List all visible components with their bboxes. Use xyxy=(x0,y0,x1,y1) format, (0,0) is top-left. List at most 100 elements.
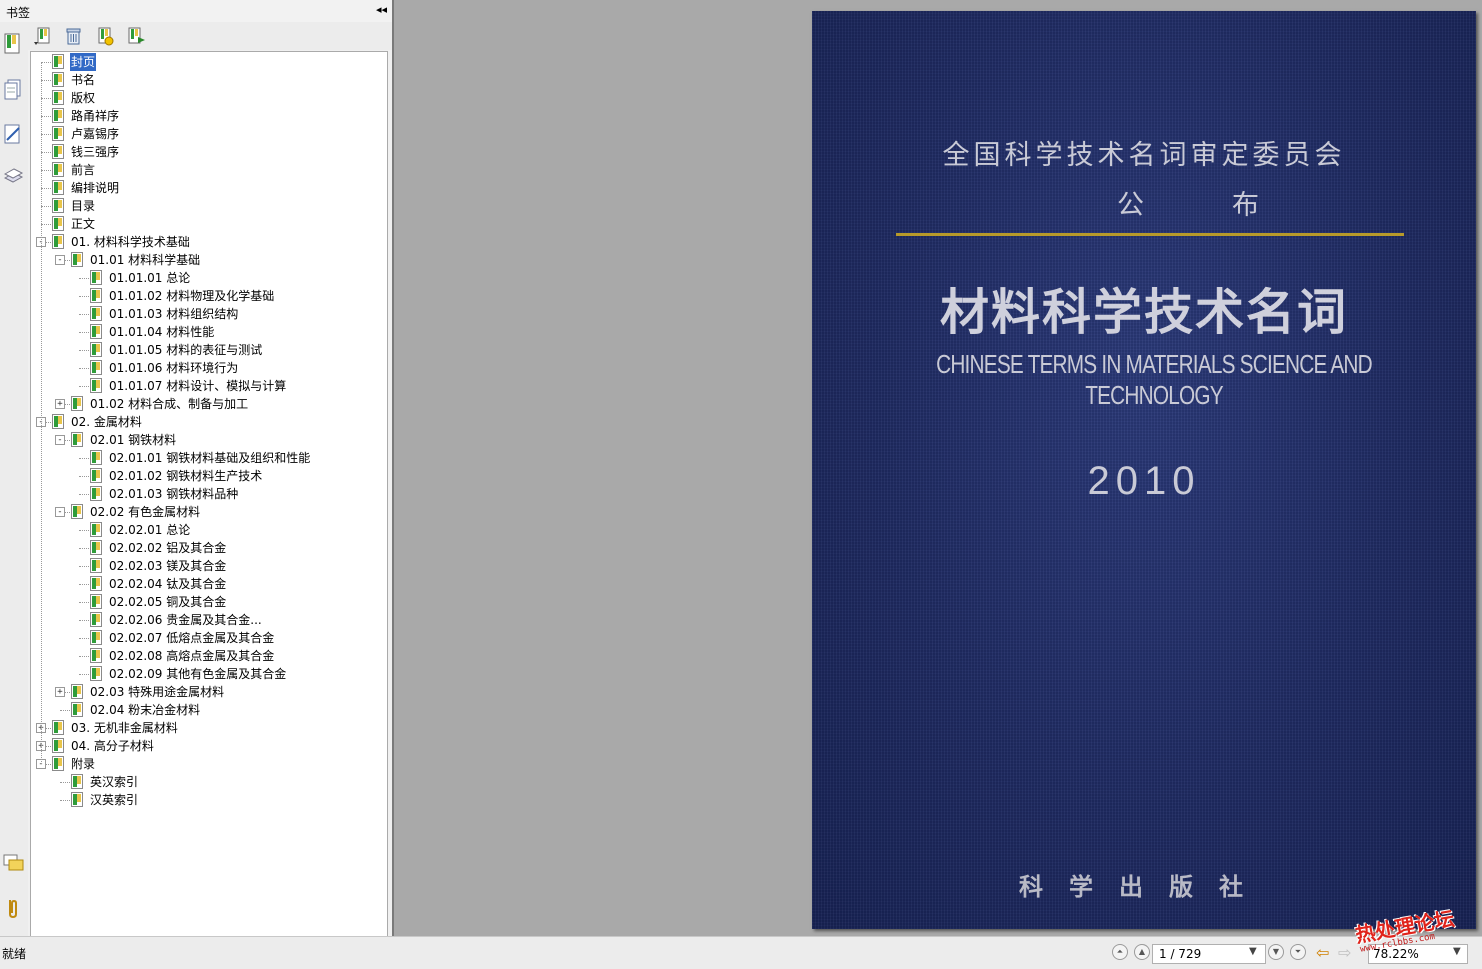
comments-icon[interactable] xyxy=(2,852,24,876)
bookmark-item[interactable]: +04. 高分子材料 xyxy=(31,737,385,755)
bookmark-item[interactable]: 01.01.04 材料性能 xyxy=(31,323,385,341)
bookmark-icon xyxy=(71,792,83,807)
cover-committee-text: 全国科学技术名词审定委员会 xyxy=(942,140,1346,171)
last-page-icon[interactable]: ⏷ xyxy=(1290,944,1306,960)
expand-toggle-icon[interactable]: + xyxy=(55,687,65,697)
bookmark-icon xyxy=(71,684,83,699)
bookmark-icon xyxy=(90,306,102,321)
bookmark-item[interactable]: 01.01.05 材料的表征与测试 xyxy=(31,341,385,359)
bookmark-icon xyxy=(52,162,64,177)
bookmark-icon xyxy=(52,198,64,213)
bookmark-item[interactable]: 封页 xyxy=(31,53,385,71)
bookmark-label: 02. 金属材料 xyxy=(71,415,142,429)
bookmark-item[interactable]: 书名 xyxy=(31,71,385,89)
bookmarks-icon[interactable] xyxy=(2,32,24,56)
bookmark-item[interactable]: -02. 金属材料 xyxy=(31,413,385,431)
page-number-field[interactable]: 1 / 729 ▼ xyxy=(1152,944,1266,964)
bookmark-icon xyxy=(90,630,102,645)
bookmark-item[interactable]: 01.01.06 材料环境行为 xyxy=(31,359,385,377)
bookmark-icon xyxy=(90,594,102,609)
new-bookmark-icon[interactable] xyxy=(95,26,115,46)
bookmark-item[interactable]: 01.01.01 总论 xyxy=(31,269,385,287)
collapse-toggle-icon[interactable]: - xyxy=(55,255,65,265)
bookmark-label: 01.01.04 材料性能 xyxy=(109,325,215,339)
bookmark-item[interactable]: 卢嘉锡序 xyxy=(31,125,385,143)
bookmark-item[interactable]: 英汉索引 xyxy=(31,773,385,791)
bookmark-item[interactable]: 汉英索引 xyxy=(31,791,385,809)
bookmark-item[interactable]: 01.01.02 材料物理及化学基础 xyxy=(31,287,385,305)
bookmark-item[interactable]: 01.01.03 材料组织结构 xyxy=(31,305,385,323)
navigation-rail xyxy=(0,22,28,936)
collapse-toggle-icon[interactable]: - xyxy=(55,435,65,445)
bookmark-item[interactable]: +01.02 材料合成、制备与加工 xyxy=(31,395,385,413)
bookmark-icon xyxy=(52,54,64,69)
bookmark-icon xyxy=(90,540,102,555)
bookmark-panel-header: 书签 ◂◂ xyxy=(0,0,392,23)
bookmark-item[interactable]: 02.01.02 钢铁材料生产技术 xyxy=(31,467,385,485)
bookmark-label: 02.03 特殊用途金属材料 xyxy=(90,685,225,699)
bookmark-icon xyxy=(52,144,64,159)
bookmark-item[interactable]: 02.02.05 铜及其合金 xyxy=(31,593,385,611)
bookmark-icon xyxy=(52,108,64,123)
expand-bookmark-icon[interactable] xyxy=(126,26,146,46)
previous-page-icon[interactable]: ▲ xyxy=(1134,944,1150,960)
bookmark-icon xyxy=(52,756,64,771)
bookmark-item[interactable]: 02.02.09 其他有色金属及其合金 xyxy=(31,665,385,683)
bookmark-item[interactable]: 目录 xyxy=(31,197,385,215)
back-view-icon[interactable]: ⇦ xyxy=(1316,943,1329,962)
signatures-icon[interactable] xyxy=(2,122,24,146)
bookmark-item[interactable]: 02.02.07 低熔点金属及其合金 xyxy=(31,629,385,647)
bookmark-item[interactable]: +02.03 特殊用途金属材料 xyxy=(31,683,385,701)
bookmark-label: 01.01.06 材料环境行为 xyxy=(109,361,239,375)
bookmark-item[interactable]: - 02.01 钢铁材料 xyxy=(31,431,385,449)
first-page-icon[interactable]: ⏶ xyxy=(1112,944,1128,960)
bookmark-item[interactable]: 02.01.03 钢铁材料品种 xyxy=(31,485,385,503)
cover-title: 材料科学技术名词 xyxy=(939,283,1348,341)
bookmark-item[interactable]: - 02.02 有色金属材料 xyxy=(31,503,385,521)
bookmark-item[interactable]: -01. 材料科学技术基础 xyxy=(31,233,385,251)
layers-icon[interactable] xyxy=(2,164,24,188)
bookmark-item[interactable]: 版权 xyxy=(31,89,385,107)
bookmark-icon xyxy=(90,612,102,627)
bookmark-item[interactable]: 正文 xyxy=(31,215,385,233)
panel-splitter[interactable] xyxy=(392,0,394,936)
bookmark-label: 目录 xyxy=(71,199,96,213)
bookmark-icon xyxy=(90,666,102,681)
bookmark-icon xyxy=(71,432,83,447)
collapse-panel-icon[interactable]: ◂◂ xyxy=(376,3,387,16)
book-cover-page: 全国科学技术名词审定委员会 公布 材料科学技术名词 CHINESE TERMS … xyxy=(812,11,1476,929)
bookmark-item[interactable]: 前言 xyxy=(31,161,385,179)
bookmark-item[interactable]: 02.02.03 镁及其合金 xyxy=(31,557,385,575)
page-number-text: 1 / 729 xyxy=(1159,947,1202,961)
bookmark-item[interactable]: 02.02.02 铝及其合金 xyxy=(31,539,385,557)
expand-toggle-icon[interactable]: + xyxy=(55,399,65,409)
bookmark-item[interactable]: +03. 无机非金属材料 xyxy=(31,719,385,737)
bookmark-label: 前言 xyxy=(71,163,96,177)
next-page-icon[interactable]: ▼ xyxy=(1268,944,1284,960)
bookmark-item[interactable]: 02.04 粉末冶金材料 xyxy=(31,701,385,719)
bookmark-tree[interactable]: 封页 书名版权路甬祥序 卢嘉锡序 钱三强序前言编排说明目录正文 -01. 材料科学技术基… xyxy=(30,51,388,937)
bookmark-label: 版权 xyxy=(71,91,96,105)
bookmark-options-icon[interactable] xyxy=(33,26,53,46)
bookmark-item[interactable]: 02.01.01 钢铁材料基础及组织和性能 xyxy=(31,449,385,467)
bookmark-item[interactable]: 02.02.04 钛及其合金 xyxy=(31,575,385,593)
bookmark-icon xyxy=(90,522,102,537)
pages-icon[interactable] xyxy=(2,78,24,102)
bookmark-item[interactable]: 01.01.07 材料设计、模拟与计算 xyxy=(31,377,385,395)
bookmark-item[interactable]: 钱三强序 xyxy=(31,143,385,161)
bookmark-icon xyxy=(90,468,102,483)
bookmark-item[interactable]: 02.02.08 高熔点金属及其合金 xyxy=(31,647,385,665)
bookmark-item[interactable]: - 01.01 材料科学基础 xyxy=(31,251,385,269)
trash-icon[interactable] xyxy=(64,26,84,46)
bookmark-item[interactable]: 路甬祥序 xyxy=(31,107,385,125)
collapse-toggle-icon[interactable]: - xyxy=(55,507,65,517)
bookmark-item[interactable]: - 附录 xyxy=(31,755,385,773)
bookmark-item[interactable]: 编排说明 xyxy=(31,179,385,197)
bookmark-item[interactable]: 02.02.06 贵金属及其合金... xyxy=(31,611,385,629)
attachments-icon[interactable] xyxy=(2,896,24,920)
bookmark-label: 附录 xyxy=(71,757,96,771)
bookmark-item[interactable]: 02.02.01 总论 xyxy=(31,521,385,539)
cover-english-title: CHINESE TERMS IN MATERIALS SCIENCE AND T… xyxy=(936,349,1373,410)
bookmark-icon xyxy=(90,576,102,591)
chevron-down-icon[interactable]: ▼ xyxy=(1249,946,1257,957)
